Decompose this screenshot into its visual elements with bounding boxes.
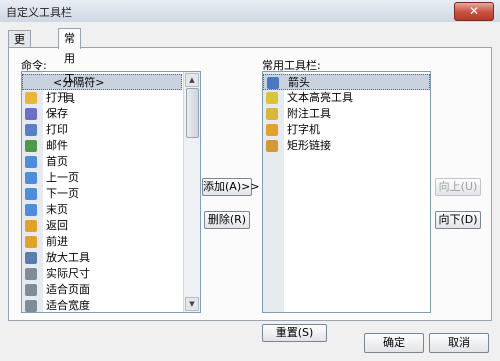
list-item-label: 打字机 [287,123,320,136]
list-item-label: <分隔符> [53,76,105,89]
list-item-label: 上一页 [46,171,79,184]
list-item[interactable]: <分隔符> [22,74,182,90]
reset-button[interactable]: 重置(S) [262,324,327,342]
list-item[interactable]: 首页 [22,154,182,170]
first-page-icon [25,156,37,168]
tab-common-tools[interactable]: 常用工具 [58,28,81,105]
list-item-label: 适合页面 [46,283,90,296]
list-item[interactable]: 适合宽度 [22,298,182,312]
list-item[interactable]: 箭头 [263,74,430,90]
close-icon: ✕ [468,4,480,18]
back-arrow-icon [25,220,37,232]
commands-listbox[interactable]: <分隔符> 打开 保存 打印邮件首页上一页下一页末页返回前进放大工具实际尺寸适合页面适… [21,71,201,313]
list-item-label: 适合宽度 [46,299,90,312]
list-item[interactable]: 返回 [22,218,182,234]
list-item[interactable]: 实际尺寸 [22,266,182,282]
fit-width-icon [25,300,37,312]
typewriter-icon [266,124,278,136]
list-item-label: 前进 [46,235,68,248]
list-item[interactable]: 适合页面 [22,282,182,298]
scroll-thumb[interactable] [186,88,199,138]
close-button[interactable]: ✕ [454,2,494,21]
print-icon [25,124,37,136]
ok-button[interactable]: 确定 [364,333,424,353]
list-item[interactable]: 矩形链接 [263,138,430,154]
forward-arrow-icon [25,236,37,248]
previous-page-icon [25,172,37,184]
list-item-label: 首页 [46,155,68,168]
list-item-label: 放大工具 [46,251,90,264]
window-title: 自定义工具栏 [6,6,72,19]
list-item[interactable]: 上一页 [22,170,182,186]
list-item-label: 实际尺寸 [46,267,90,280]
list-item-label: 矩形链接 [287,139,331,152]
arrow-cursor-icon [267,77,279,89]
list-item[interactable]: 打字机 [263,122,430,138]
list-item[interactable]: 文本高亮工具 [263,90,430,106]
scroll-down-icon: ▼ [189,300,195,308]
tab-panel: 命令: <分隔符> 打开 保存 打印 邮件 首页 上一页 下一页 末页 返回 前进 放大工具 实际尺寸适… [8,47,492,342]
list-item[interactable]: 前进 [22,234,182,250]
add-button[interactable]: 添加(A)>> [202,178,260,196]
rect-link-icon [266,140,278,152]
folder-icon [25,92,37,104]
title-bar: 自定义工具栏 ✕ [0,0,500,23]
list-item-label: 文本高亮工具 [287,91,353,104]
customize-toolbar-dialog: 更多工具 常用工具 命令: <分隔符>打开保存打印邮件首页上一页下一页末页返回前… [0,22,500,361]
list-item-label: 箭头 [288,76,310,89]
zoom-icon [25,252,37,264]
delete-button[interactable]: 删除(R) [204,211,250,229]
scroll-up-button[interactable]: ▲ [185,73,199,87]
list-item[interactable]: 下一页 [22,186,182,202]
list-item-label: 下一页 [46,187,79,200]
highlight-icon [266,92,278,104]
cancel-button[interactable]: 取消 [429,333,489,353]
list-item[interactable]: 打印 [22,122,182,138]
list-item-label: 末页 [46,203,68,216]
list-item[interactable]: 保存 [22,106,182,122]
list-item-label: 返回 [46,219,68,232]
save-icon [25,108,37,120]
tab-more-tools[interactable]: 更多工具 [8,30,31,97]
list-item[interactable]: 放大工具 [22,250,182,266]
commands-scrollbar[interactable]: ▲ ▼ [183,72,200,312]
list-item[interactable]: 末页 [22,202,182,218]
list-item[interactable]: 打开 [22,90,182,106]
next-page-icon [25,188,37,200]
move-up-button[interactable]: 向上(U) [435,178,481,196]
scroll-down-button[interactable]: ▼ [185,297,199,311]
last-page-icon [25,204,37,216]
toolbar-listbox[interactable]: 箭头文本高亮工具 附注工具打字机矩形链接 [262,71,431,313]
move-down-button[interactable]: 向下(D) [435,211,481,229]
email-icon [25,140,37,152]
list-item-label: 打印 [46,123,68,136]
list-item[interactable]: 邮件 [22,138,182,154]
list-item[interactable]: 附注工具 [263,106,430,122]
scroll-up-icon: ▲ [189,76,195,84]
actual-size-icon [25,268,37,280]
list-item-label: 附注工具 [287,107,331,120]
fit-page-icon [25,284,37,296]
list-item-label: 邮件 [46,139,68,152]
tab-label: 常用工具 [64,32,75,105]
note-icon [266,108,278,120]
